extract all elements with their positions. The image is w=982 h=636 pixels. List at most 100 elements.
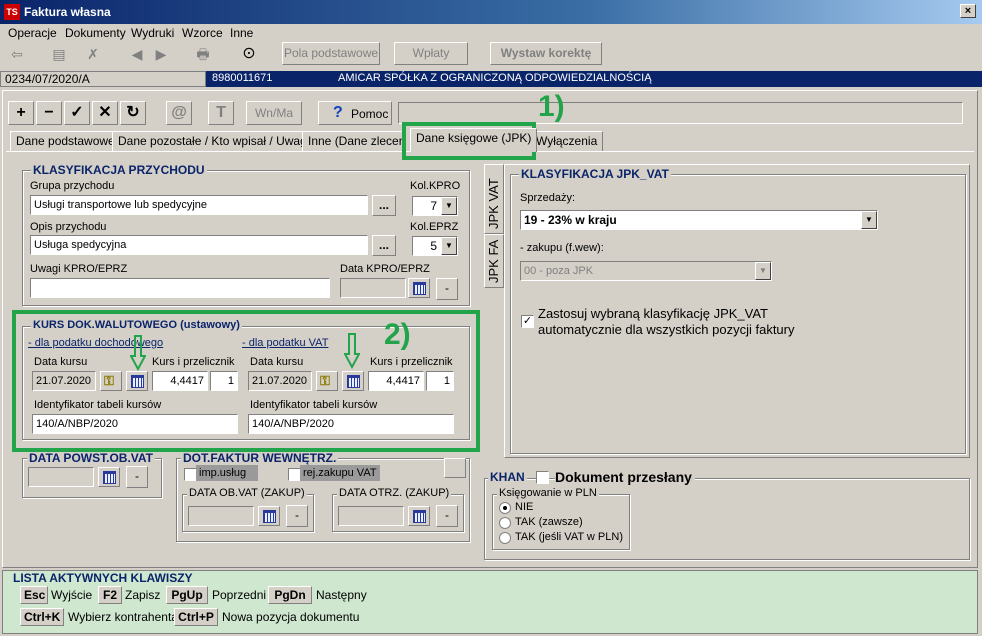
tab-accounting-jpk[interactable]: Dane księgowe (JPK) [410,128,538,152]
pln-booking-no-label: NIE [515,501,534,513]
key-ctrl-k-desc: Wybierz kontrahenta [68,610,178,624]
menu-inne[interactable]: Inne [230,26,253,40]
tab-other-data[interactable]: Dane pozostałe / Kto wpisał / Uwagi [112,131,316,152]
key-ctrl-k[interactable]: Ctrl+K [20,608,64,626]
status-field [398,102,963,124]
menu-operacje[interactable]: Operacje [8,26,57,40]
print-preview-icon[interactable]: ▤ [48,44,70,64]
pln-booking-vat-label: TAK (jeśli VAT w PLN) [515,531,623,543]
annotation-label-2: 2) [384,318,411,351]
document-bar: 0234/07/2020/A 8980011671 AMICAR SPÓŁKA … [0,71,982,87]
chevron-down-icon: ▼ [441,237,457,255]
calendar-icon [413,282,426,295]
key-ctrl-p[interactable]: Ctrl+P [174,608,218,626]
help-button[interactable]: ? Pomoc [318,101,392,125]
kol-eprz-value: 5 [430,239,437,253]
apply-all-checkbox[interactable]: ✓ [521,315,534,328]
kol-kpro-label: Kol.KPRO [410,180,461,192]
revenue-desc-browse-button[interactable]: ... [372,235,396,256]
menu-wzorce[interactable]: Wzorce [182,26,223,40]
wn-ma-button[interactable]: Wn/Ma [246,101,302,125]
receipt-date-field[interactable] [338,506,404,526]
document-x-icon[interactable]: ✗ [82,44,104,64]
vat-obligation-purchase-calendar[interactable] [258,506,280,526]
vat-obligation-date-field[interactable] [28,467,94,487]
apply-all-line1: Zastosuj wybraną klasyfikację JPK_VAT [538,306,768,321]
revenue-group-field[interactable]: Usługi transportowe lub spedycyjne [30,195,368,215]
internal-invoice-extra-button[interactable] [444,458,466,478]
refresh-button[interactable]: ↻ [120,101,146,125]
next-icon[interactable]: ▶ [150,44,172,64]
sales-label: Sprzedaży: [520,192,576,204]
circle-icon[interactable]: ⊙ [238,44,260,64]
vat-obligation-purchase-clear[interactable]: - [286,505,308,527]
add-button[interactable]: + [8,101,34,125]
document-sent-checkbox[interactable] [536,471,549,484]
revenue-group-browse-button[interactable]: ... [372,195,396,216]
prev-icon[interactable]: ◀ [126,44,148,64]
key-pgup[interactable]: PgUp [166,586,208,604]
title-bar: TS Faktura własna × [0,0,982,24]
purchase-classification-value: 00 - poza JPK [524,265,594,277]
menu-bar: Operacje Dokumenty Wydruki Wzorce Inne [0,24,982,42]
back-arrow-icon[interactable]: ⇦ [6,44,28,64]
document-nip: 8980011671 [212,72,273,84]
tab-exclusions[interactable]: Wyłączenia [530,131,604,152]
remarks-label: Uwagi KPRO/EPRZ [30,263,128,275]
menu-wydruki[interactable]: Wydruki [131,26,174,40]
sales-classification-select[interactable]: 19 - 23% w kraju ▼ [520,210,878,230]
receipt-date-calendar[interactable] [408,506,430,526]
vat-obligation-calendar-button[interactable] [98,467,120,487]
calendar-icon [103,471,116,484]
vat-obligation-clear-button[interactable]: - [126,466,148,488]
key-esc[interactable]: Esc [20,586,48,604]
remarks-field[interactable] [30,278,330,298]
at-button[interactable]: @ [166,101,192,125]
printer-icon[interactable]: 🖶 [192,44,214,64]
close-button[interactable]: × [960,4,976,18]
tab-other-order[interactable]: Inne (Dane zlecenia [302,131,404,152]
key-pgdn-desc: Następny [316,588,367,602]
help-label: Pomoc [351,107,389,121]
kol-eprz-select[interactable]: 5 ▼ [412,236,458,256]
correction-button[interactable]: Wystaw korektę [490,42,602,65]
side-tab-jpk-fa[interactable]: JPK FA [484,234,504,288]
annotation-label-1: 1) [538,90,565,123]
key-pgdn[interactable]: PgDn [268,586,312,604]
pln-booking-title: Księgowanie w PLN [497,487,599,499]
purchase-classification-select[interactable]: 00 - poza JPK ▼ [520,261,772,281]
side-tab-jpk-vat[interactable]: JPK VAT [484,164,504,234]
pln-booking-vat-radio[interactable] [499,532,511,544]
cancel-button[interactable]: ✕ [92,101,118,125]
remove-button[interactable]: − [36,101,62,125]
apply-all-label: Zastosuj wybraną klasyfikację JPK_VAT au… [538,306,794,338]
purchase-label: - zakupu (f.wew): [520,242,604,254]
revenue-desc-label: Opis przychodu [30,221,107,233]
kol-kpro-select[interactable]: 7 ▼ [412,196,458,216]
vat-obligation-purchase-field[interactable] [188,506,254,526]
confirm-button[interactable]: ✓ [64,101,90,125]
key-ctrl-p-desc: Nowa pozycja dokumentu [222,610,360,624]
kpro-date-label: Data KPRO/EPRZ [340,263,430,275]
receipt-date-clear[interactable]: - [436,505,458,527]
pln-booking-always-radio[interactable] [499,517,511,529]
kpro-calendar-button[interactable] [408,278,430,298]
help-icon: ? [333,104,343,121]
kpro-date-clear-button[interactable]: - [436,278,458,300]
side-tab-jpk-fa-label: JPK FA [486,239,501,283]
revenue-desc-field[interactable]: Usługa spedycyjna [30,235,368,255]
menu-dokumenty[interactable]: Dokumenty [65,26,126,40]
vat-obligation-purchase-title: DATA OB.VAT (ZAKUP) [187,487,307,499]
t-button[interactable]: T [208,101,234,125]
kpro-date-field[interactable] [340,278,406,298]
basic-fields-button[interactable]: Pola podstawowe [282,42,380,65]
tab-basic-data[interactable]: Dane podstawowe [10,131,121,152]
key-f2[interactable]: F2 [98,586,122,604]
kol-eprz-label: Kol.EPRZ [410,221,459,233]
receipt-date-title: DATA OTRZ. (ZAKUP) [337,487,452,499]
document-number: 0234/07/2020/A [0,71,206,87]
document-contractor: AMICAR SPÓŁKA Z OGRANICZONĄ ODPOWIEDZIAL… [338,72,652,84]
pln-booking-no-radio[interactable] [499,502,511,514]
pln-booking-always-label: TAK (zawsze) [515,516,583,528]
payments-button[interactable]: Wpłaty [394,42,468,65]
